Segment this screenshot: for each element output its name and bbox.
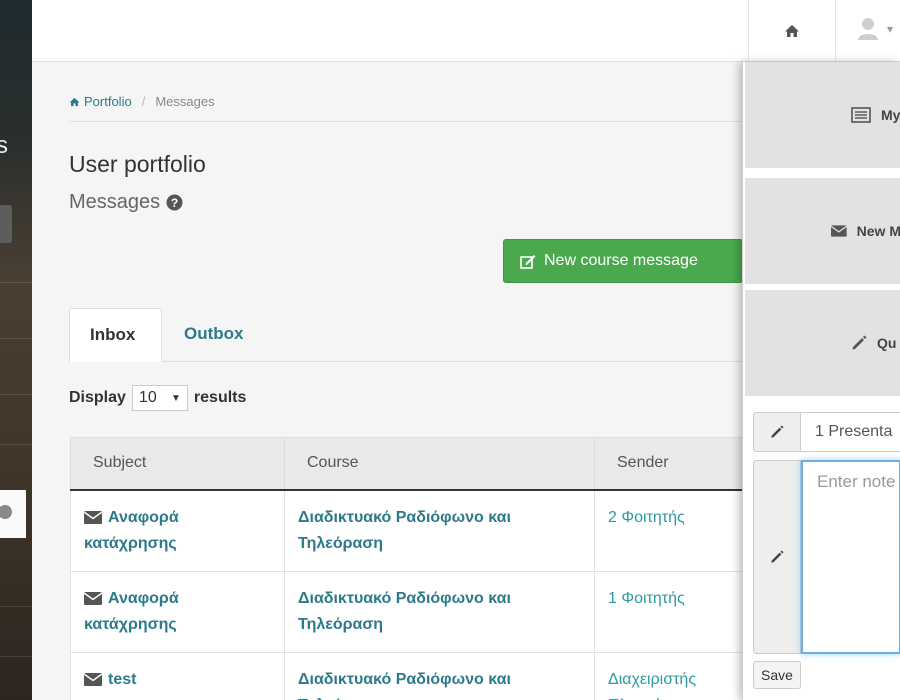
panel-tile-new-message[interactable]: New M xyxy=(745,178,900,284)
new-course-message-label: New course message xyxy=(544,252,698,269)
sender-link[interactable]: Διαχειριστής Πλατφόρμας xyxy=(608,671,697,700)
note-textarea[interactable]: Enter note xyxy=(801,460,900,654)
page-size-value: 10 xyxy=(138,389,157,406)
note-body-addon xyxy=(753,460,801,654)
panel-tile-label: My xyxy=(881,107,900,123)
table-row: Αναφορά κατάχρησης Διαδικτυακό Ραδιόφωνο… xyxy=(70,570,750,653)
envelope-icon xyxy=(84,672,102,686)
note-placeholder: Enter note xyxy=(817,472,896,491)
note-title-addon xyxy=(753,412,801,452)
tab-inbox[interactable]: Inbox xyxy=(69,308,162,362)
sidebar-divider xyxy=(0,656,32,657)
note-title-group: 1 Presenta xyxy=(753,412,900,452)
sidebar-divider xyxy=(0,606,32,607)
subject-cell: test xyxy=(70,651,285,700)
page-size-control: Display 10 ▼ results xyxy=(69,385,246,411)
list-icon xyxy=(851,107,871,123)
pencil-icon xyxy=(852,335,867,350)
home-button[interactable] xyxy=(748,0,836,62)
top-navbar: ▾ xyxy=(32,0,900,62)
breadcrumb-home-link[interactable]: Portfolio xyxy=(69,94,132,109)
subject-cell: Αναφορά κατάχρησης xyxy=(70,489,285,572)
sidebar-divider xyxy=(0,338,32,339)
notes-panel: My New M Qu 1 Presenta Enter note Save xyxy=(742,62,900,700)
messages-table: Subject Course Sender Αναφορά κατάχρησης… xyxy=(70,437,750,700)
page-title: User portfolio xyxy=(69,151,206,177)
left-sidebar: s xyxy=(0,0,32,700)
display-suffix: results xyxy=(193,389,247,406)
column-header-sender[interactable]: Sender xyxy=(594,437,750,491)
display-prefix: Display xyxy=(69,389,126,406)
edit-icon xyxy=(520,254,536,269)
pencil-icon xyxy=(771,550,784,563)
sidebar-text-fragment: s xyxy=(0,132,8,159)
table-row: test Διαδικτυακό Ραδιόφωνο και Τηλεόραση… xyxy=(70,651,750,700)
panel-tile-label: Qu xyxy=(877,335,897,351)
column-header-subject[interactable]: Subject xyxy=(70,437,285,491)
main-content: Portfolio / Messages User portfolio Mess… xyxy=(32,63,750,700)
chevron-down-icon: ▼ xyxy=(171,392,181,404)
note-body-group: Enter note xyxy=(753,460,900,654)
course-link[interactable]: Διαδικτυακό Ραδιόφωνο και Τηλεόραση xyxy=(298,509,511,552)
envelope-icon xyxy=(84,591,102,605)
user-menu[interactable]: ▾ xyxy=(857,12,897,46)
table-row: Αναφορά κατάχρησης Διαδικτυακό Ραδιόφωνο… xyxy=(70,489,750,572)
sender-cell: Διαχειριστής Πλατφόρμας xyxy=(594,651,750,700)
tab-outbox[interactable]: Outbox xyxy=(164,308,264,362)
page-subtitle-text: Messages xyxy=(69,191,161,213)
course-cell: Διαδικτυακό Ραδιόφωνο και Τηλεόραση xyxy=(284,651,595,700)
message-tabs: Inbox Outbox xyxy=(69,308,749,362)
sidebar-divider xyxy=(0,444,32,445)
new-course-message-button[interactable]: New course message xyxy=(503,239,743,283)
user-avatar-icon xyxy=(858,18,878,40)
page-size-select[interactable]: 10 ▼ xyxy=(131,385,188,411)
breadcrumb-divider xyxy=(69,121,749,122)
page-subtitle: Messages ? xyxy=(69,191,183,214)
note-title-input[interactable]: 1 Presenta xyxy=(801,412,900,452)
envelope-icon xyxy=(831,225,847,237)
course-cell: Διαδικτυακό Ραδιόφωνο και Τηλεόραση xyxy=(284,570,595,653)
save-note-button[interactable]: Save xyxy=(753,661,801,689)
panel-tile-my-notes[interactable]: My xyxy=(745,62,900,168)
svg-text:?: ? xyxy=(171,196,178,210)
table-header-row: Subject Course Sender xyxy=(70,437,750,491)
course-link[interactable]: Διαδικτυακό Ραδιόφωνο και Τηλεόραση xyxy=(298,671,511,700)
home-icon xyxy=(69,97,80,106)
home-icon xyxy=(785,25,799,37)
sidebar-divider xyxy=(0,282,32,283)
sidebar-button-fragment[interactable] xyxy=(0,205,12,243)
sender-link[interactable]: 1 Φοιτητής xyxy=(608,590,685,607)
sender-cell: 1 Φοιτητής xyxy=(594,570,750,653)
subject-link[interactable]: test xyxy=(108,671,136,688)
sender-cell: 2 Φοιτητής xyxy=(594,489,750,572)
subject-cell: Αναφορά κατάχρησης xyxy=(70,570,285,653)
panel-tile-label: New M xyxy=(856,223,900,239)
course-cell: Διαδικτυακό Ραδιόφωνο και Τηλεόραση xyxy=(284,489,595,572)
panel-tile-quick-note[interactable]: Qu xyxy=(745,290,900,396)
breadcrumb: Portfolio / Messages xyxy=(69,94,215,109)
sender-link[interactable]: 2 Φοιτητής xyxy=(608,509,685,526)
breadcrumb-separator: / xyxy=(141,94,146,109)
pencil-icon xyxy=(771,425,784,438)
help-icon[interactable]: ? xyxy=(166,194,183,211)
envelope-icon xyxy=(84,510,102,524)
breadcrumb-home-label: Portfolio xyxy=(84,94,132,109)
course-link[interactable]: Διαδικτυακό Ραδιόφωνο και Τηλεόραση xyxy=(298,590,511,633)
caret-icon: ▾ xyxy=(887,22,894,36)
breadcrumb-current: Messages xyxy=(155,94,215,109)
column-header-course[interactable]: Course xyxy=(284,437,595,491)
sidebar-divider xyxy=(0,394,32,395)
